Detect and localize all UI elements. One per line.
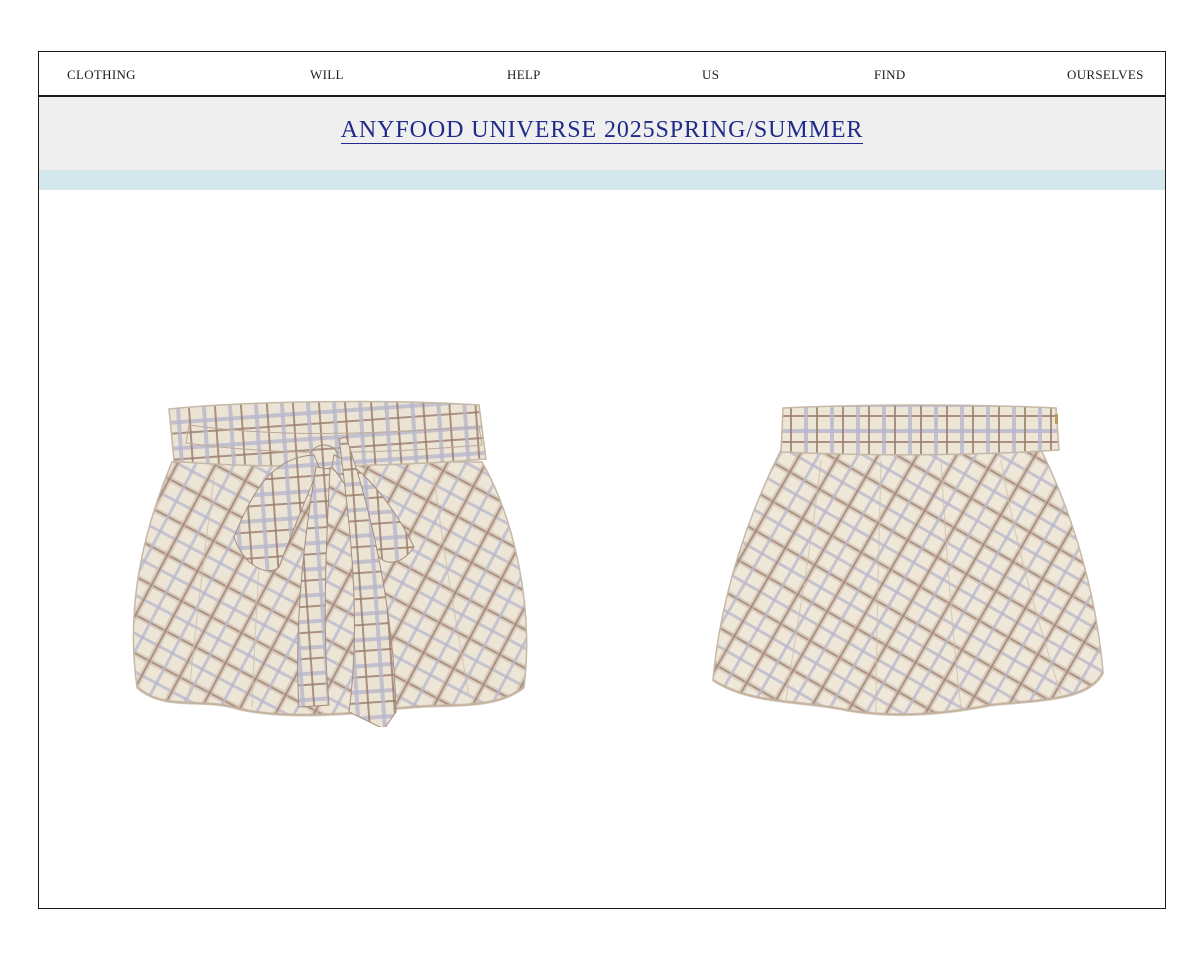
tagline-word: OURSELVES: [1067, 67, 1144, 82]
plaid-skirt-front-icon: [132, 400, 528, 727]
tagline-word: CLOTHING: [67, 67, 136, 82]
tagline-word: WILL: [310, 67, 344, 82]
collection-banner: ANYFOOD UNIVERSE 2025SPRING/SUMMER: [39, 97, 1165, 170]
tagline-word: HELP: [507, 67, 541, 82]
product-image-front: [94, 397, 534, 727]
collection-title: ANYFOOD UNIVERSE 2025SPRING/SUMMER: [340, 117, 864, 144]
lookbook-frame: CLOTHING WILL HELP US FIND OURSELVES ANY…: [38, 51, 1166, 909]
tagline-bar: CLOTHING WILL HELP US FIND OURSELVES: [39, 52, 1165, 97]
accent-strip: [39, 170, 1165, 190]
product-image-back: [671, 400, 1111, 720]
plaid-skirt-back-icon: [712, 404, 1105, 717]
tagline-word: FIND: [874, 67, 906, 82]
tagline-word: US: [702, 67, 720, 82]
